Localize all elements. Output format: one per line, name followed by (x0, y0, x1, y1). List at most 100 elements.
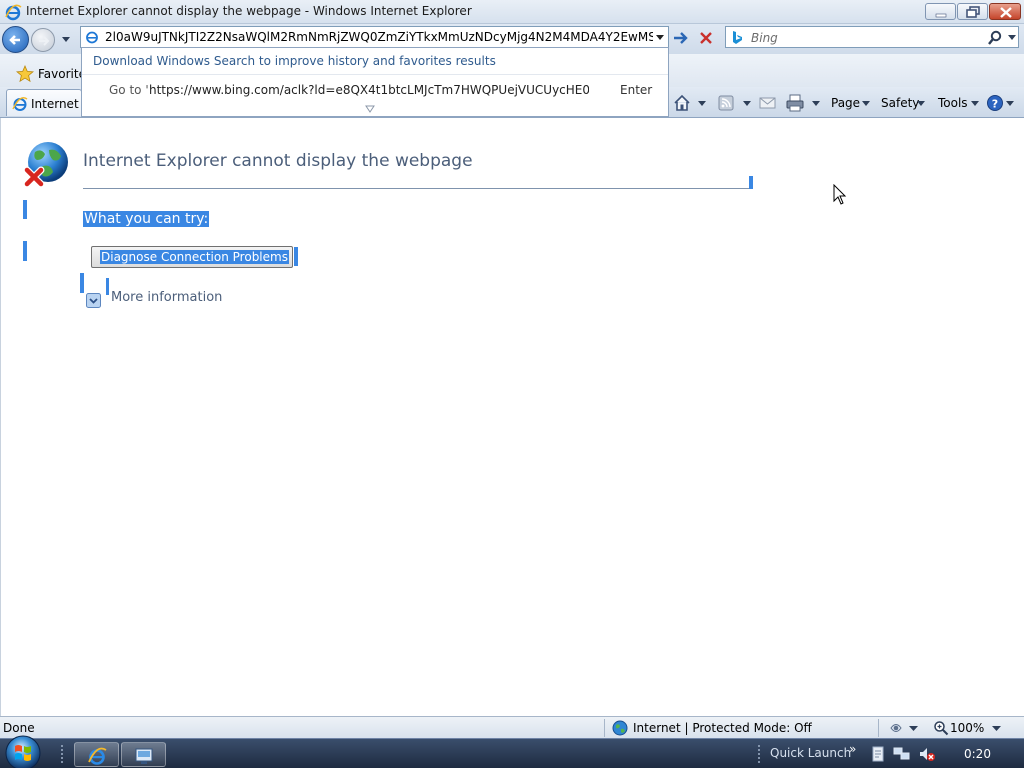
expand-suggestions-icon[interactable] (365, 105, 375, 113)
page-content: Internet Explorer cannot display the web… (0, 118, 1024, 716)
tab-label: Internet Explorer cannot display the web… (31, 97, 81, 111)
read-mail-button[interactable] (758, 93, 780, 113)
quick-launch-grip[interactable] (757, 743, 763, 765)
quick-launch-chevron-icon[interactable]: » (849, 742, 856, 756)
goto-label[interactable]: Go to ' (109, 83, 149, 97)
help-button[interactable]: ? (986, 93, 1016, 113)
close-window-button[interactable] (989, 3, 1021, 20)
search-options-dropdown-icon[interactable] (1007, 32, 1017, 42)
title-underline (83, 188, 753, 189)
focus-marker (23, 241, 27, 261)
status-divider (604, 719, 605, 737)
focus-marker (106, 278, 109, 295)
tray-document-icon[interactable] (870, 746, 886, 762)
forward-arrow-icon (39, 36, 50, 46)
page-menu-label: Page (831, 96, 861, 110)
home-dropdown-icon (698, 101, 706, 106)
page-icon (86, 31, 98, 44)
title-bar: Internet Explorer cannot display the web… (0, 0, 1024, 24)
address-url[interactable]: 2l0aW9uJTNkJTI2Z2NsaWQlM2RmNmRjZWQ0ZmZiY… (105, 30, 653, 44)
feeds-dropdown-icon (743, 101, 751, 106)
home-button[interactable] (672, 93, 708, 113)
back-button[interactable] (2, 26, 29, 53)
system-tray (866, 741, 1024, 767)
focus-marker (294, 247, 298, 266)
address-bar[interactable]: 2l0aW9uJTNkJTI2Z2NsaWQlM2RmNmRjZWQ0ZmZiY… (80, 26, 669, 48)
recent-pages-dropdown-icon[interactable] (60, 33, 72, 45)
mail-icon (759, 97, 776, 109)
close-icon (1000, 7, 1012, 18)
favorites-star-icon (16, 65, 34, 83)
taskbar-internet-explorer[interactable] (74, 742, 119, 767)
taskbar-grip[interactable] (60, 743, 66, 765)
search-icon[interactable] (987, 30, 1003, 46)
bing-icon (733, 31, 742, 44)
page-menu-dropdown-icon (862, 101, 870, 106)
windows-search-hint-link[interactable]: Download Windows Search to improve histo… (93, 54, 496, 68)
security-zone-label[interactable]: Internet | Protected Mode: Off (633, 721, 812, 735)
taskbar-network-dialog[interactable] (121, 742, 166, 767)
safety-menu-button[interactable]: Safety (881, 93, 929, 113)
zoom-level[interactable]: 100% (950, 721, 984, 735)
network-window-icon (135, 748, 153, 764)
minimize-icon (935, 13, 947, 18)
status-bar: Done Internet | Protected Mode: Off 100% (0, 716, 1024, 738)
what-you-can-try-heading: What you can try: (83, 211, 210, 227)
minimize-button[interactable] (925, 3, 956, 20)
safety-menu-label: Safety (881, 96, 920, 110)
error-title: Internet Explorer cannot display the web… (83, 151, 473, 171)
diagnose-button-label: Diagnose Connection Problems (100, 250, 289, 264)
mouse-pointer-icon (833, 184, 847, 205)
quick-launch-label: Quick Launch (770, 746, 852, 760)
more-information-link[interactable]: More information (111, 290, 222, 305)
popup-blocker-dropdown-icon[interactable] (909, 724, 918, 733)
focus-marker (23, 200, 27, 219)
internet-explorer-icon (88, 747, 107, 765)
globe-error-icon (23, 142, 68, 188)
expand-chevron-icon[interactable] (86, 293, 101, 308)
focus-marker (80, 273, 84, 293)
print-icon (786, 94, 804, 112)
search-box[interactable]: Bing (725, 26, 1019, 48)
popup-blocker-icon[interactable] (888, 720, 904, 736)
goto-url-suggestion[interactable]: https://www.bing.com/aclk?ld=e8QX4t1btcL… (149, 83, 589, 97)
window-title: Internet Explorer cannot display the web… (26, 4, 472, 18)
start-button-orb-icon[interactable] (3, 733, 43, 768)
taskbar: Quick Launch » 0:20 (0, 735, 1024, 768)
go-arrow-icon[interactable] (670, 27, 692, 49)
help-dropdown-icon (1006, 101, 1014, 106)
tools-menu-button[interactable]: Tools (938, 93, 982, 113)
print-dropdown-icon (812, 101, 820, 106)
svg-text:?: ? (992, 97, 998, 110)
back-arrow-icon (9, 35, 20, 45)
tab-current[interactable]: Internet Explorer cannot display the web… (6, 89, 82, 116)
address-dropdown-icon[interactable] (654, 31, 666, 43)
search-placeholder: Bing (751, 31, 778, 45)
forward-button[interactable] (31, 28, 55, 52)
focus-marker (749, 176, 753, 189)
restore-icon (966, 6, 980, 18)
tab-ie-icon (12, 97, 28, 111)
ie-logo-icon (5, 4, 22, 21)
rss-feed-icon (718, 95, 734, 111)
enter-shortcut-label: Enter (620, 83, 653, 97)
restore-button[interactable] (957, 3, 988, 20)
internet-zone-globe-icon (612, 720, 628, 736)
tray-volume-muted-icon[interactable] (918, 746, 936, 762)
home-icon (674, 94, 690, 111)
tray-network-icon[interactable] (893, 746, 911, 762)
tools-menu-label: Tools (938, 96, 968, 110)
safety-menu-dropdown-icon (917, 101, 925, 106)
feeds-button[interactable] (716, 93, 756, 113)
system-clock[interactable]: 0:20 (964, 747, 991, 761)
stop-icon[interactable] (695, 27, 717, 49)
diagnose-connection-button[interactable]: Diagnose Connection Problems (91, 246, 293, 268)
page-menu-button[interactable]: Page (831, 93, 873, 113)
print-button[interactable] (785, 93, 825, 113)
zoom-dropdown-icon[interactable] (992, 724, 1001, 733)
help-icon: ? (987, 95, 1003, 111)
autocomplete-divider (82, 74, 668, 75)
status-divider (878, 719, 879, 737)
zoom-icon[interactable] (933, 720, 949, 736)
address-autocomplete-dropdown: Download Windows Search to improve histo… (81, 47, 669, 117)
